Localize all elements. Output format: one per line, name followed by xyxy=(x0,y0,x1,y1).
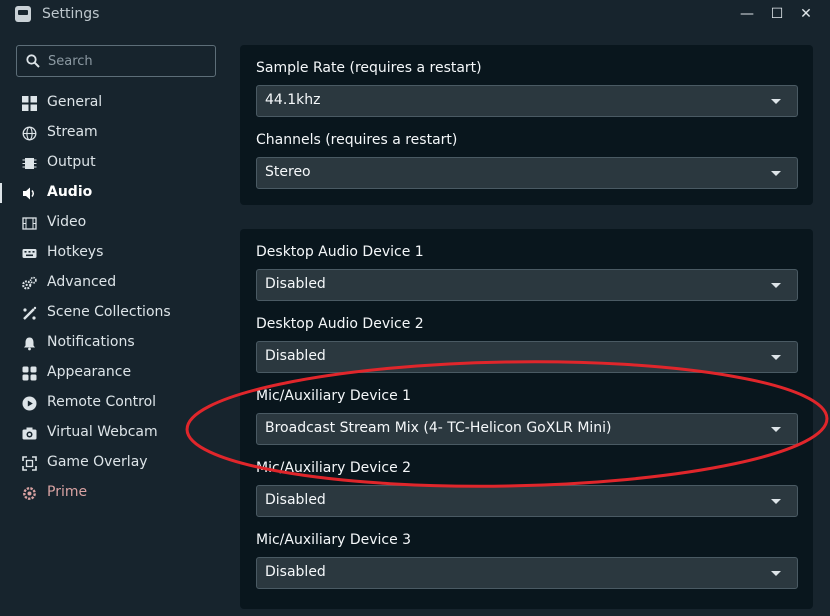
sidebar-item-label: Audio xyxy=(47,184,93,200)
sidebar-item-label: General xyxy=(47,94,103,110)
sidebar-item-virtual-webcam[interactable]: Virtual Webcam xyxy=(0,418,230,448)
globe-icon xyxy=(22,126,37,141)
sidebar-item-prime[interactable]: Prime xyxy=(0,478,230,508)
desktop-audio-1-label: Desktop Audio Device 1 xyxy=(256,244,424,260)
chevron-down-icon xyxy=(771,171,781,176)
app-logo-icon xyxy=(15,6,31,22)
mic-aux-2-select[interactable]: Disabled xyxy=(256,485,798,517)
camera-icon xyxy=(22,426,37,441)
chevron-down-icon xyxy=(771,571,781,576)
sidebar-item-video[interactable]: Video xyxy=(0,208,230,238)
sidebar-item-label: Remote Control xyxy=(47,394,157,410)
mic-aux-2-value: Disabled xyxy=(265,492,326,508)
sidebar-item-notifications[interactable]: Notifications xyxy=(0,328,230,358)
gears-icon xyxy=(22,276,37,291)
channels-select[interactable]: Stereo xyxy=(256,157,798,189)
desktop-audio-2-select[interactable]: Disabled xyxy=(256,341,798,373)
sidebar-item-label: Prime xyxy=(47,484,88,500)
mic-aux-1-select[interactable]: Broadcast Stream Mix (4- TC-Helicon GoXL… xyxy=(256,413,798,445)
channels-label: Channels (requires a restart) xyxy=(256,132,458,148)
search-box[interactable] xyxy=(16,45,216,77)
speaker-icon xyxy=(22,186,37,201)
sidebar-item-output[interactable]: Output xyxy=(0,148,230,178)
sidebar-item-label: Scene Collections xyxy=(47,304,171,320)
mic-aux-3-label: Mic/Auxiliary Device 3 xyxy=(256,532,412,548)
sidebar-item-game-overlay[interactable]: Game Overlay xyxy=(0,448,230,478)
sidebar-item-advanced[interactable]: Advanced xyxy=(0,268,230,298)
sidebar-item-label: Stream xyxy=(47,124,98,140)
sidebar-item-label: Game Overlay xyxy=(47,454,148,470)
channels-value: Stereo xyxy=(265,164,311,180)
sidebar-item-appearance[interactable]: Appearance xyxy=(0,358,230,388)
sidebar-item-label: Virtual Webcam xyxy=(47,424,158,440)
sample-rate-label: Sample Rate (requires a restart) xyxy=(256,60,482,76)
desktop-audio-2-value: Disabled xyxy=(265,348,326,364)
palette-icon xyxy=(22,366,37,381)
chip-icon xyxy=(22,156,37,171)
mic-aux-2-label: Mic/Auxiliary Device 2 xyxy=(256,460,412,476)
sample-rate-value: 44.1khz xyxy=(265,92,321,108)
minimize-button[interactable]: — xyxy=(736,4,758,24)
sidebar-item-label: Video xyxy=(47,214,87,230)
sidebar-item-label: Advanced xyxy=(47,274,117,290)
sidebar-item-label: Hotkeys xyxy=(47,244,104,260)
sidebar-item-hotkeys[interactable]: Hotkeys xyxy=(0,238,230,268)
sidebar-item-scene-collections[interactable]: Scene Collections xyxy=(0,298,230,328)
play-circle-icon xyxy=(22,396,37,411)
sidebar-item-stream[interactable]: Stream xyxy=(0,118,230,148)
mic-aux-3-select[interactable]: Disabled xyxy=(256,557,798,589)
audio-general-panel: Sample Rate (requires a restart) 44.1khz… xyxy=(240,45,813,205)
expand-icon xyxy=(22,456,37,471)
sidebar-item-label: Notifications xyxy=(47,334,135,350)
window-title: Settings xyxy=(42,6,100,22)
grid-icon xyxy=(22,96,37,111)
close-button[interactable]: ✕ xyxy=(795,4,817,24)
title-bar: Settings — ☐ ✕ xyxy=(0,0,830,30)
desktop-audio-2-label: Desktop Audio Device 2 xyxy=(256,316,424,332)
desktop-audio-1-value: Disabled xyxy=(265,276,326,292)
sidebar-item-general[interactable]: General xyxy=(0,88,230,118)
mic-aux-3-value: Disabled xyxy=(265,564,326,580)
desktop-audio-1-select[interactable]: Disabled xyxy=(256,269,798,301)
search-input[interactable] xyxy=(48,52,208,70)
mic-aux-1-label: Mic/Auxiliary Device 1 xyxy=(256,388,412,404)
bell-icon xyxy=(22,336,37,351)
sidebar-item-remote-control[interactable]: Remote Control xyxy=(0,388,230,418)
sample-rate-select[interactable]: 44.1khz xyxy=(256,85,798,117)
chevron-down-icon xyxy=(771,499,781,504)
keyboard-icon xyxy=(22,246,37,261)
maximize-button[interactable]: ☐ xyxy=(766,4,788,24)
film-icon xyxy=(22,216,37,231)
chevron-down-icon xyxy=(771,427,781,432)
mic-aux-1-value: Broadcast Stream Mix (4- TC-Helicon GoXL… xyxy=(265,420,612,436)
audio-devices-panel: Desktop Audio Device 1 Disabled Desktop … xyxy=(240,229,813,609)
prime-icon xyxy=(22,486,37,501)
chevron-down-icon xyxy=(771,355,781,360)
settings-sidebar: General Stream Output Audio Video Hotkey… xyxy=(0,30,230,616)
chevron-down-icon xyxy=(771,99,781,104)
sidebar-item-label: Output xyxy=(47,154,96,170)
sidebar-item-audio[interactable]: Audio xyxy=(0,178,230,208)
search-icon xyxy=(26,54,40,68)
chevron-down-icon xyxy=(771,283,781,288)
collection-icon xyxy=(22,306,37,321)
sidebar-item-label: Appearance xyxy=(47,364,132,380)
